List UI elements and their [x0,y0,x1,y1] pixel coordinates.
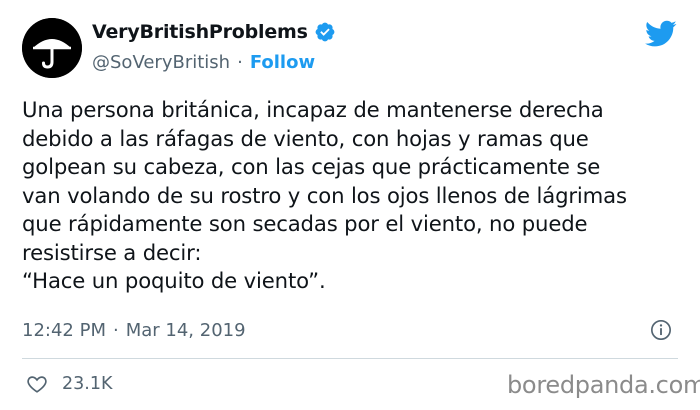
twitter-bird-icon[interactable] [645,20,677,48]
tweet-text-line: que rápidamente son secadas por el vient… [22,211,588,236]
watermark: boredpanda.com [507,371,700,399]
tweet-timestamp[interactable]: 12:42 PM · Mar 14, 2019 [22,318,246,342]
info-icon[interactable] [650,319,672,341]
author-display-name[interactable]: VeryBritishProblems [92,21,308,43]
like-button[interactable]: 23.1K [26,372,112,396]
tweet-text-line: resistirse a decir: [22,239,202,265]
timestamp-separator: · [112,319,119,341]
divider [22,358,678,359]
avatar[interactable] [22,18,82,78]
tweet-text-line: debido a las ráfagas de viento, con hoja… [22,125,589,151]
verified-badge-icon [314,21,336,43]
tweet-text-line: golpean su cabeza, con las cejas que prá… [22,154,601,179]
author-handle-row: @SoVeryBritish · Follow [92,50,315,74]
tweet-text-line: van volando de su rostro y con los ojos … [22,182,627,208]
umbrella-icon [22,18,82,78]
author-handle[interactable]: @SoVeryBritish [92,52,230,73]
handle-separator: · [237,51,243,73]
tweet-text-line: Una persona británica, incapaz de manten… [22,97,604,122]
tweet-time: 12:42 PM [22,319,106,341]
author-name-row: VeryBritishProblems [92,19,336,45]
tweet-text: Una persona británica, incapaz de manten… [22,96,692,296]
tweet-text-line: “Hace un poquito de viento”. [22,268,326,293]
follow-button[interactable]: Follow [250,52,315,73]
like-count: 23.1K [62,374,113,394]
tweet-date: Mar 14, 2019 [125,319,246,341]
heart-icon [26,373,48,395]
